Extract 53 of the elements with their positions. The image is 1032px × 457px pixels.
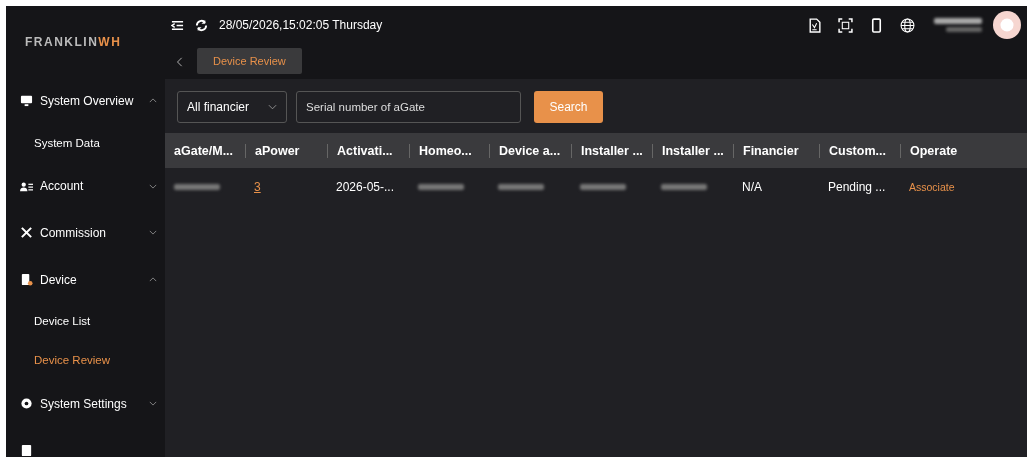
sidebar-item[interactable]: Account xyxy=(6,162,165,210)
column-header: Installer ... xyxy=(662,143,724,158)
power-count-link[interactable]: 3 xyxy=(254,180,261,194)
sidebar-item[interactable]: System Settings xyxy=(6,380,165,428)
redacted-text xyxy=(174,184,220,190)
chevron-icon xyxy=(149,401,157,407)
device-icon xyxy=(20,273,33,287)
redacted-username xyxy=(934,18,982,24)
chevron-icon xyxy=(149,98,157,104)
table-cell: Pending ... xyxy=(828,180,886,194)
refresh-icon[interactable] xyxy=(195,18,208,32)
chevron-icon xyxy=(149,277,157,283)
column-header: Installer ... xyxy=(581,143,643,158)
chevron-icon xyxy=(149,183,157,189)
document-check-icon[interactable] xyxy=(807,17,822,33)
gear-icon xyxy=(20,397,33,411)
chevron-icon xyxy=(149,230,157,236)
redacted-text xyxy=(498,184,544,190)
avatar[interactable] xyxy=(993,11,1021,39)
monitor-icon xyxy=(20,94,33,108)
fullscreen-icon[interactable] xyxy=(838,17,853,33)
tools-icon xyxy=(20,226,33,240)
logo: FRANKLINWH xyxy=(24,33,123,51)
globe-icon[interactable] xyxy=(900,17,915,33)
sidebar-subitem[interactable]: Device List xyxy=(6,301,165,342)
sidebar-item[interactable]: System Overview xyxy=(6,77,165,125)
column-header: Financier xyxy=(743,143,799,158)
column-header: Operate xyxy=(910,143,958,158)
sidebar-item[interactable]: Commission xyxy=(6,209,165,257)
column-header: aPower xyxy=(255,143,300,158)
sidebar-item[interactable]: Device xyxy=(6,256,165,303)
serial-number-field[interactable]: Serial number of aGate xyxy=(296,91,521,123)
redacted-text xyxy=(661,184,707,190)
column-header: Device a... xyxy=(499,143,561,158)
document-icon xyxy=(20,443,33,457)
date-time: 28/05/2026,15:02:05 Thursday xyxy=(219,18,383,32)
table-cell: 2026-05-... xyxy=(336,180,395,194)
table-cell: N/A xyxy=(742,180,762,194)
column-header: Custom... xyxy=(829,143,886,158)
redacted-role xyxy=(946,27,982,32)
column-header: Activati... xyxy=(337,143,393,158)
sidebar-subitem[interactable]: Device Review xyxy=(6,339,165,381)
chevron-down-icon xyxy=(268,104,277,110)
tab[interactable]: Device Review xyxy=(197,48,302,74)
collapse-menu-icon[interactable] xyxy=(171,18,184,32)
column-header: Homeo... xyxy=(419,143,472,158)
sidebar-subitem[interactable]: System Data xyxy=(6,122,165,163)
redacted-text xyxy=(418,184,464,190)
associate-link[interactable]: Associate xyxy=(909,181,955,193)
phone-icon[interactable] xyxy=(869,17,884,33)
financier-select[interactable]: All financier xyxy=(177,91,287,123)
redacted-text xyxy=(580,184,626,190)
column-header: aGate/M... xyxy=(174,143,234,158)
